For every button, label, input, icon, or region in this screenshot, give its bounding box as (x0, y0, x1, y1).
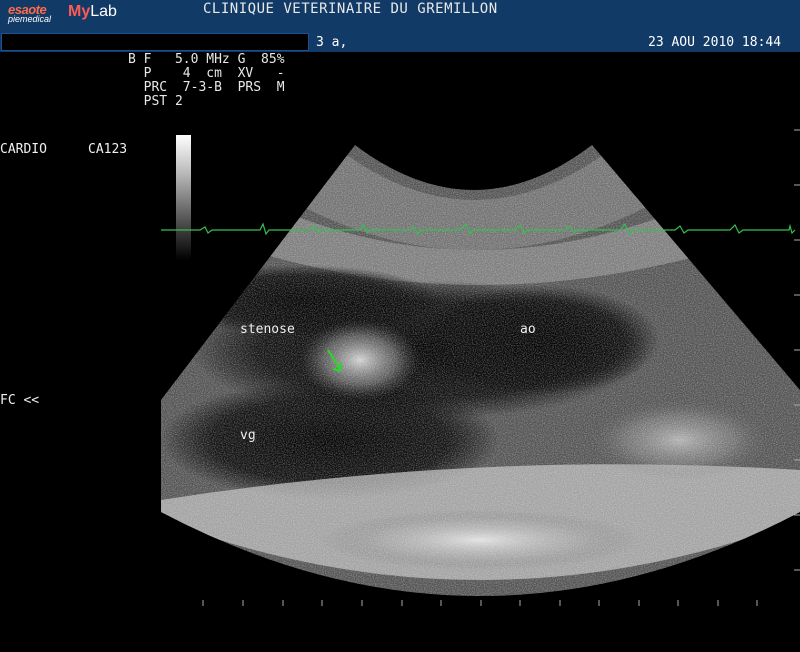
annotation-vg: vg (240, 428, 256, 443)
ultrasound-image (161, 129, 800, 606)
depth-ticks (202, 600, 758, 606)
annotation-ao: ao (520, 322, 536, 337)
annotation-stenose: stenose (240, 322, 295, 337)
sector-scan (161, 145, 800, 596)
